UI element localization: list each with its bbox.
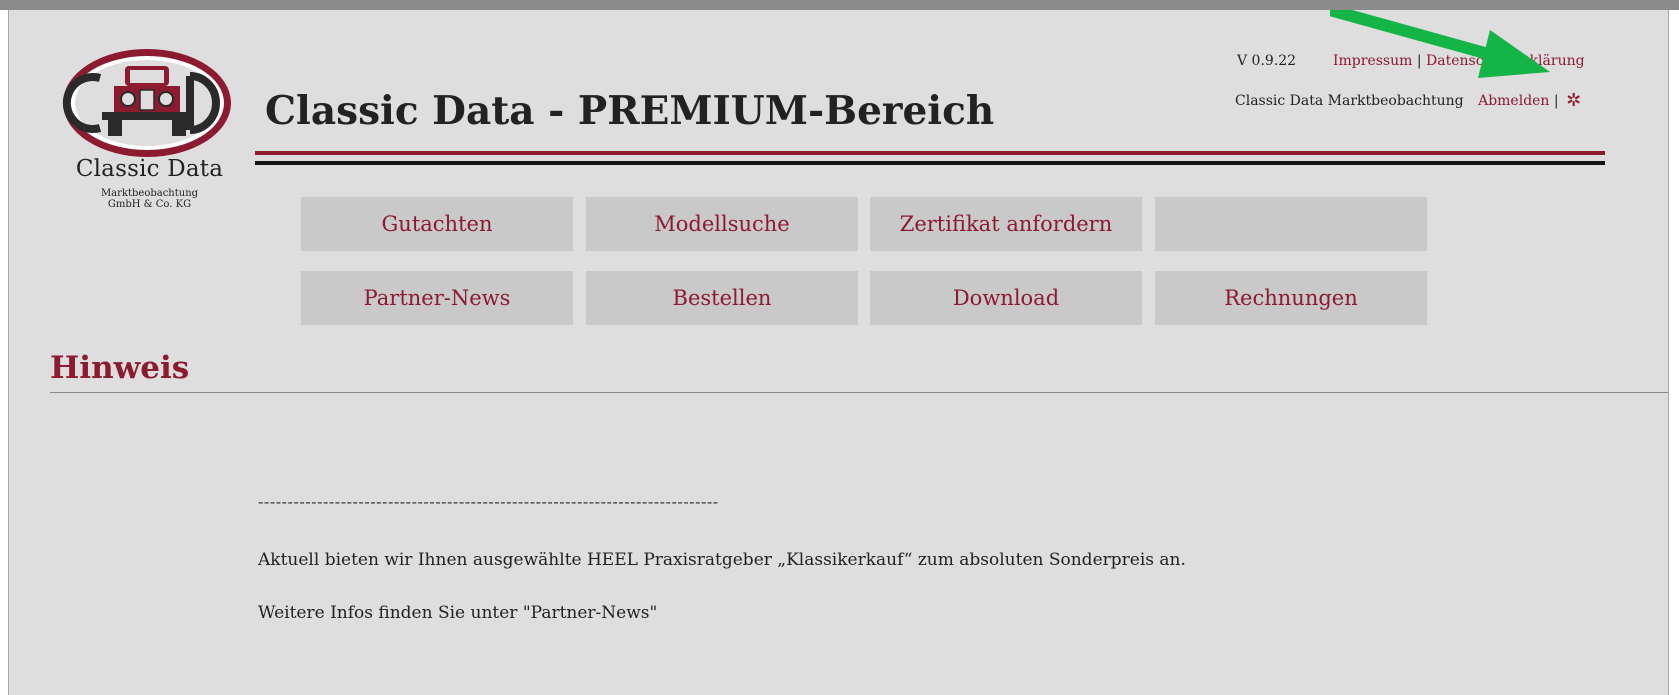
notice-text-2: Weitere Infos finden Sie unter "Partner-… xyxy=(258,603,658,623)
nav-partner-news-button[interactable]: Partner-News xyxy=(301,271,573,325)
user-name: Classic Data Marktbeobachtung xyxy=(1235,93,1464,109)
company-logo[interactable]: Classic Data Marktbeobachtung GmbH & Co.… xyxy=(62,48,237,238)
logo-subtitle-line1: Marktbeobachtung xyxy=(100,188,199,199)
notice-divider: ----------------------------------------… xyxy=(258,492,719,511)
page-title: Classic Data - PREMIUM-Bereich xyxy=(265,88,995,134)
notice-heading: Hinweis xyxy=(50,350,190,386)
user-separator: | xyxy=(1553,93,1559,109)
logo-company-name: Classic Data xyxy=(75,156,224,182)
nav-download-button[interactable]: Download xyxy=(870,271,1142,325)
window-top-bar xyxy=(0,0,1679,10)
annotation-arrow-icon xyxy=(1330,10,1550,78)
title-rule-red xyxy=(255,151,1605,155)
car-logo-icon xyxy=(62,49,231,157)
logo-subtitle-line2: GmbH & Co. KG xyxy=(107,199,192,210)
page-container: Classic Data Marktbeobachtung GmbH & Co.… xyxy=(10,10,1668,695)
nav-modellsuche-button[interactable]: Modellsuche xyxy=(586,197,858,251)
user-row: Classic Data Marktbeobachtung Abmelden |… xyxy=(1235,90,1581,111)
title-rule-black xyxy=(255,161,1605,165)
nav-gutachten-button[interactable]: Gutachten xyxy=(301,197,573,251)
logo-subtitle: Marktbeobachtung GmbH & Co. KG xyxy=(62,188,237,210)
gear-icon[interactable]: ✲ xyxy=(1566,90,1581,111)
nav-rechnungen-button[interactable]: Rechnungen xyxy=(1155,271,1427,325)
version-label: V 0.9.22 xyxy=(1237,53,1297,69)
logout-link[interactable]: Abmelden xyxy=(1478,93,1549,109)
notice-rule xyxy=(50,392,1668,393)
nav-empty-button xyxy=(1155,197,1427,251)
window-frame-right xyxy=(1668,10,1679,695)
nav-bestellen-button[interactable]: Bestellen xyxy=(586,271,858,325)
window-frame-left xyxy=(0,10,9,695)
nav-zertifikat-button[interactable]: Zertifikat anfordern xyxy=(870,197,1142,251)
notice-text-1: Aktuell bieten wir Ihnen ausgewählte HEE… xyxy=(258,550,1186,570)
